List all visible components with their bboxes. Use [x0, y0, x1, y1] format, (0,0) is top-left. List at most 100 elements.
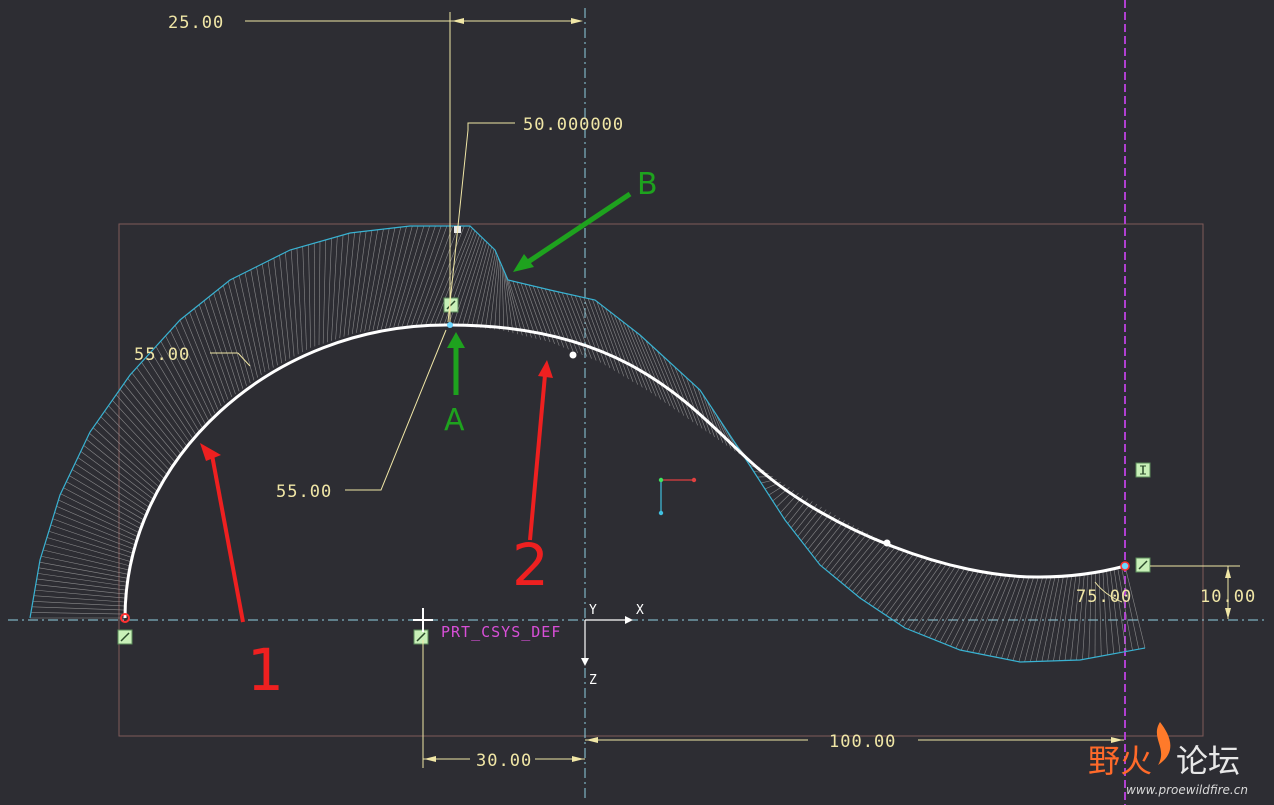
comb-hatch-line	[635, 331, 666, 403]
comb-hatch-line	[939, 571, 979, 643]
spline-point[interactable]	[883, 539, 891, 547]
comb-hatch-line	[587, 298, 615, 371]
comb-hatch-line	[631, 328, 662, 400]
comb-hatch-line	[498, 263, 502, 330]
comb-hatch-line	[825, 527, 859, 570]
comb-hatch-line	[557, 291, 583, 356]
comb-hatch-line	[864, 550, 905, 602]
dimension-30[interactable]	[422, 640, 585, 768]
dimension-30-value[interactable]: 30.00	[476, 751, 532, 771]
comb-hatch-line	[189, 312, 225, 403]
comb-hatch-line	[944, 572, 984, 645]
comb-hatch-line	[170, 330, 212, 417]
comb-hatch-line	[184, 316, 222, 407]
comb-hatch-line	[702, 393, 719, 440]
comb-hatch-line	[233, 278, 258, 378]
dimension-50-value[interactable]: 50.000000	[523, 115, 624, 135]
comb-hatch-line	[553, 290, 578, 354]
constraint-icon-tangent[interactable]	[443, 297, 459, 313]
comb-hatch-line	[71, 469, 147, 517]
comb-hatch-line	[364, 229, 384, 332]
comb-hatch-line	[807, 515, 836, 550]
comb-hatch-line	[885, 558, 928, 616]
dimension-100-value[interactable]: 100.00	[829, 732, 896, 752]
dimension-55-mid-leader[interactable]	[345, 329, 447, 491]
curvature-comb-hatch	[30, 225, 1146, 662]
dimension-55-mid-value[interactable]: 55.00	[276, 482, 332, 502]
comb-hatch-line	[308, 244, 311, 348]
dimension-10-value[interactable]: 10.00	[1200, 587, 1256, 607]
comb-hatch-line	[561, 292, 588, 357]
comb-hatch-line	[108, 405, 170, 471]
comb-hatch-line	[318, 241, 321, 346]
comb-hatch-line	[339, 233, 350, 339]
comb-hatch-line	[828, 530, 864, 573]
constraint-icon-right[interactable]	[1135, 557, 1151, 573]
constraint-icon-origin[interactable]	[413, 629, 429, 645]
comb-hatch-line	[480, 251, 497, 329]
comb-hatch-line	[903, 564, 947, 628]
tangent-point-a[interactable]	[447, 322, 453, 328]
dimension-25-value[interactable]: 25.00	[168, 13, 224, 33]
red-note-2: 2	[512, 531, 549, 599]
comb-hatch-line	[1106, 569, 1115, 654]
arc-segment-1[interactable]	[123, 323, 451, 619]
comb-hatch-line	[52, 518, 135, 550]
comb-hatch-line	[1030, 576, 1052, 662]
comb-hatch-line	[296, 248, 303, 353]
comb-hatch-line	[859, 548, 901, 599]
comb-hatch-line	[30, 612, 126, 615]
comb-hatch-line	[58, 499, 139, 538]
comb-hatch-line	[100, 416, 165, 479]
vertical-constraint-icon[interactable]	[1135, 462, 1151, 478]
comb-hatch-line	[115, 394, 176, 463]
comb-hatch-line	[592, 299, 620, 374]
comb-hatch-line	[343, 232, 355, 337]
comb-hatch-line	[393, 225, 425, 328]
comb-hatch-line	[821, 525, 855, 567]
sketch-canvas[interactable]: PRT_CSYS_DEF Y X Z 25.00 50.000000 55.00…	[0, 0, 1274, 805]
comb-hatch-line	[836, 535, 873, 580]
dimension-55-top-value[interactable]: 55.00	[134, 345, 190, 365]
comb-hatch-line	[960, 574, 998, 651]
dimension-75-value[interactable]: 75.00	[1076, 587, 1132, 607]
comb-hatch-line	[290, 249, 299, 355]
spline-segment-2[interactable]	[449, 323, 1126, 579]
csys-marker[interactable]	[413, 608, 433, 632]
comb-hatch-line	[697, 387, 715, 438]
spline-point[interactable]	[569, 351, 577, 359]
constraint-icon-left[interactable]	[117, 629, 133, 645]
comb-hatch-line	[574, 295, 602, 363]
comb-hatch-line	[31, 606, 126, 611]
comb-hatch-line	[955, 574, 993, 649]
comb-hatch-line	[814, 520, 845, 559]
comb-hatch-line	[457, 239, 485, 326]
comb-hatch-line	[1024, 576, 1048, 662]
comb-hatch-line	[273, 258, 287, 361]
comb-hatch-line	[174, 325, 216, 414]
comb-hatch-line	[43, 549, 130, 571]
comb-hatch-line	[872, 553, 915, 607]
comb-hatch-line	[104, 410, 168, 475]
comb-hatch-line	[381, 226, 407, 329]
comb-hatch-line	[950, 573, 988, 647]
comb-hatch-line	[112, 400, 173, 467]
comb-hatch-line	[579, 296, 606, 366]
comb-hatch-line	[1124, 565, 1146, 649]
forum-watermark: 野火 论坛 www.proewildfire.cn	[1088, 722, 1248, 797]
watermark-title-part2: 论坛	[1176, 742, 1240, 780]
comb-hatch-line	[36, 578, 127, 591]
comb-hatch-line	[1109, 568, 1121, 653]
comb-hatch-line	[890, 560, 933, 619]
comb-hatch-line	[285, 252, 295, 357]
comb-hatch-line	[494, 260, 500, 330]
comb-hatch-line	[1102, 570, 1108, 655]
endpoint-right[interactable]	[1120, 561, 1130, 571]
green-arrow-b	[513, 191, 632, 272]
comb-hatch-line	[48, 530, 133, 558]
comb-hatch-line	[63, 487, 141, 529]
dimension-55-top-leader[interactable]	[210, 352, 251, 367]
comb-hatch-line	[69, 475, 145, 521]
comb-hatch-line	[868, 551, 910, 604]
green-note-a: A	[444, 403, 465, 438]
